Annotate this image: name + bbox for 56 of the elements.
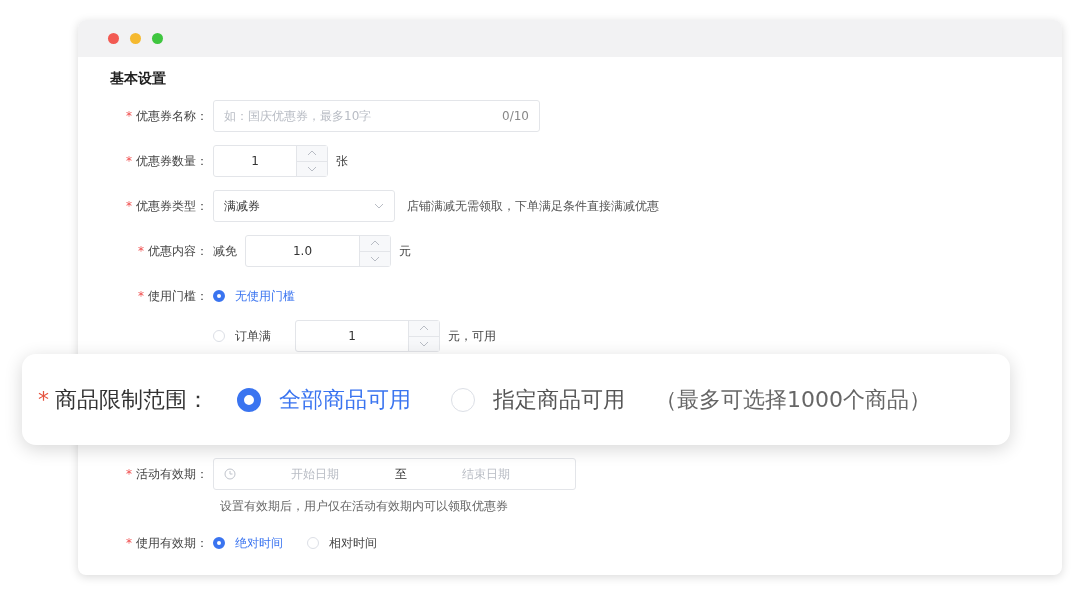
clock-icon xyxy=(224,468,236,480)
radio-option[interactable]: 指定商品可用 xyxy=(451,384,625,415)
field-label: 优惠券类型： xyxy=(136,199,208,213)
unit-text: 元，可用 xyxy=(448,327,496,345)
number-field[interactable]: 1 xyxy=(213,145,328,177)
required-mark: * xyxy=(126,199,132,213)
required-mark: * xyxy=(126,154,132,168)
field-label: 活动有效期： xyxy=(136,467,208,481)
start-date-placeholder: 开始日期 xyxy=(290,465,341,483)
range-separator: 至 xyxy=(394,465,407,483)
radio-option[interactable]: 订单满 xyxy=(213,327,271,345)
caret-down-icon xyxy=(419,340,429,347)
chevron-down-icon xyxy=(374,203,384,209)
caret-down-icon xyxy=(307,165,317,172)
radio-option[interactable]: 相对时间 xyxy=(307,534,377,552)
number-field[interactable]: 1 xyxy=(295,320,440,352)
field-label: 优惠内容： xyxy=(148,244,208,258)
date-range-field[interactable]: 开始日期 至 结束日期 xyxy=(213,458,576,490)
unit-text: 张 xyxy=(336,152,348,170)
field-label: 商品限制范围： xyxy=(55,385,209,414)
field-label: 使用门槛： xyxy=(148,289,208,303)
section-title: 基本设置 xyxy=(110,70,167,88)
field-label: 优惠券数量： xyxy=(136,154,208,168)
text-field[interactable]: 如：国庆优惠券，最多10字 0/10 xyxy=(213,100,540,132)
help-text: 店铺满减无需领取，下单满足条件直接满减优惠 xyxy=(407,198,659,214)
radio-option[interactable]: 无使用门槛 xyxy=(213,287,295,305)
caret-up-icon xyxy=(307,150,317,157)
increment-button[interactable] xyxy=(360,236,390,251)
caret-up-icon xyxy=(370,240,380,247)
help-text: （最多可选择1000个商品） xyxy=(655,385,931,414)
placeholder-text: 如：国庆优惠券，最多10字 xyxy=(224,107,372,125)
unit-text: 元 xyxy=(399,242,411,260)
required-mark: * xyxy=(126,109,132,123)
required-mark: * xyxy=(126,536,132,550)
radio-option[interactable]: 全部商品可用 xyxy=(237,384,411,415)
prefix-text: 减免 xyxy=(213,242,237,260)
close-dot-icon[interactable] xyxy=(108,33,119,44)
caret-down-icon xyxy=(370,255,380,262)
maximize-dot-icon[interactable] xyxy=(152,33,163,44)
caret-up-icon xyxy=(419,325,429,332)
required-mark: * xyxy=(138,244,144,258)
required-mark: * xyxy=(38,387,49,412)
help-text: 设置有效期后，用户仅在活动有效期内可以领取优惠券 xyxy=(219,499,509,514)
number-field[interactable]: 1.0 xyxy=(245,235,391,267)
field-label: 使用有效期： xyxy=(136,536,208,550)
increment-button[interactable] xyxy=(297,146,327,161)
dropdown-value: 满减券 xyxy=(224,197,260,215)
dropdown[interactable]: 满减券 xyxy=(213,190,395,222)
field-label: 优惠券名称： xyxy=(136,109,208,123)
end-date-placeholder: 结束日期 xyxy=(460,465,511,483)
increment-button[interactable] xyxy=(409,321,439,336)
required-mark: * xyxy=(138,289,144,303)
radio-option[interactable]: 绝对时间 xyxy=(213,534,283,552)
required-mark: * xyxy=(126,467,132,481)
minimize-dot-icon[interactable] xyxy=(130,33,141,44)
character-counter: 0/10 xyxy=(502,109,529,123)
